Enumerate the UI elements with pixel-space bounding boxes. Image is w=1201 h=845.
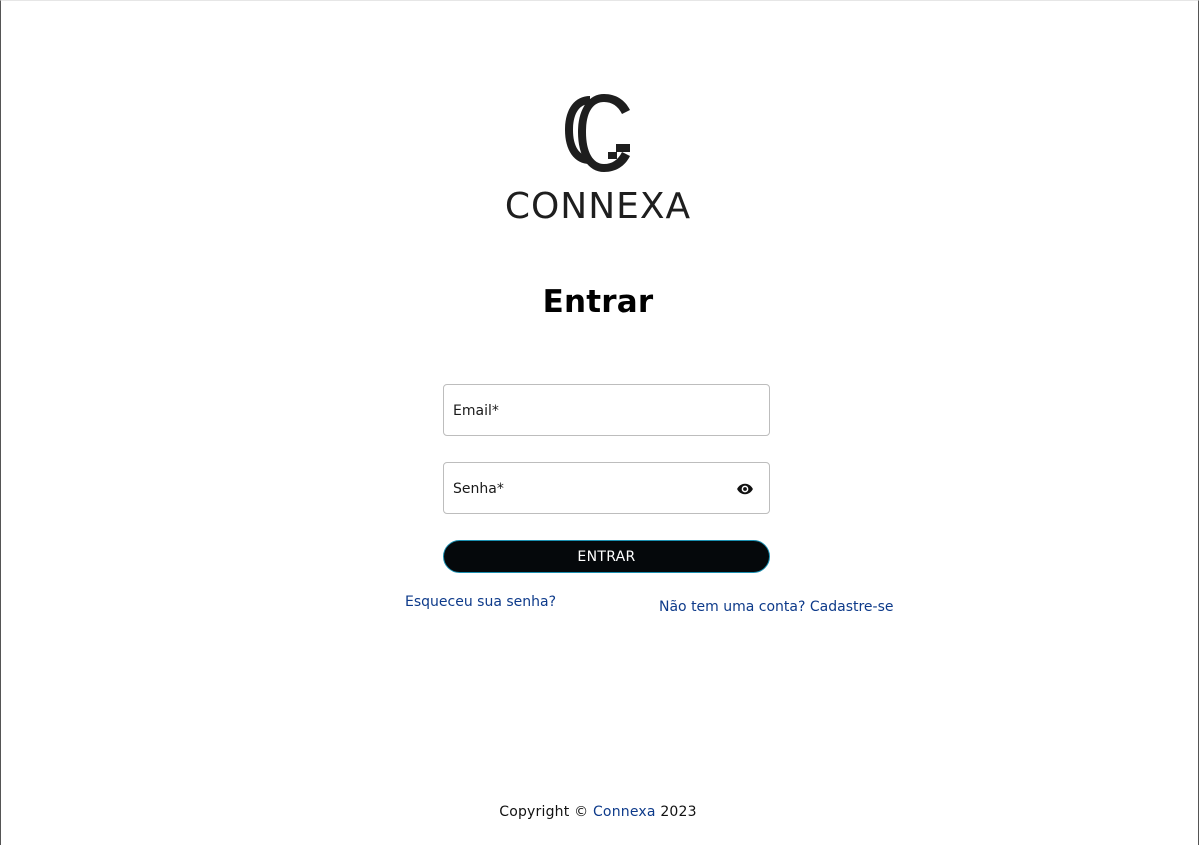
eye-icon[interactable] (735, 480, 755, 498)
brand-wordmark: CONNEXA (505, 186, 691, 224)
login-button[interactable]: ENTRAR (443, 540, 770, 573)
footer: Copyright © Connexa 2023 (0, 804, 1196, 820)
page-title: Entrar (542, 284, 654, 320)
footer-copyright-text: Copyright © (499, 804, 593, 820)
forgot-password-link[interactable]: Esqueceu sua senha? (405, 594, 556, 610)
interlocking-c-logo-icon (565, 94, 630, 172)
password-field[interactable]: Senha* (443, 462, 770, 514)
brand-logo: CONNEXA (500, 90, 696, 224)
footer-year: 2023 (655, 804, 697, 820)
brand-wordmark-text: CONNEXA (505, 186, 691, 224)
password-input[interactable] (444, 463, 769, 513)
signup-link[interactable]: Não tem uma conta? Cadastre-se (659, 599, 894, 615)
email-field[interactable]: Email* (443, 384, 770, 436)
footer-brand-link[interactable]: Connexa (593, 804, 656, 820)
email-input[interactable] (444, 385, 769, 435)
